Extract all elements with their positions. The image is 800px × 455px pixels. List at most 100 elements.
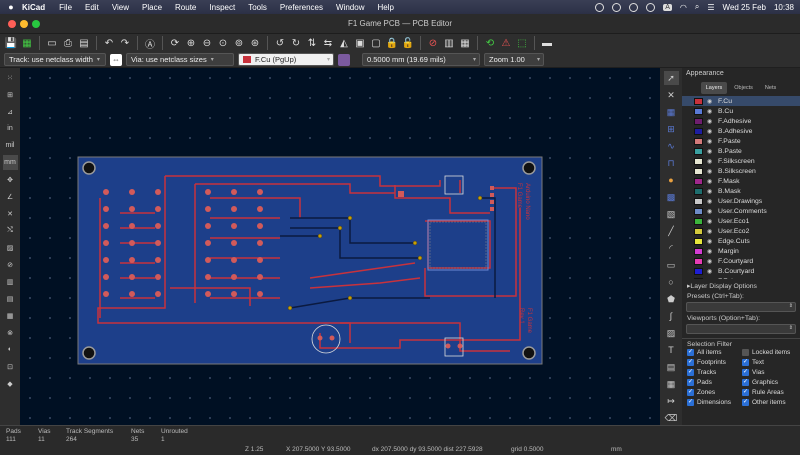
layer-row[interactable]: ◉ B.Silkscreen [682, 166, 800, 176]
minimize-window-button[interactable] [20, 20, 28, 28]
filter-checkbox[interactable]: ✓ Footprints [687, 358, 742, 367]
zoom-selection-icon[interactable]: ⊛ [248, 36, 262, 50]
draw-rectangle-icon[interactable]: ▭ [664, 258, 679, 272]
route-track-icon[interactable]: ⊞ [664, 122, 679, 136]
net-color-icon[interactable]: ⊗ [3, 325, 18, 340]
group-icon[interactable]: ▣ [353, 36, 367, 50]
eye-icon[interactable]: ◉ [707, 188, 716, 195]
add-footprint-icon[interactable]: ▦ [664, 105, 679, 119]
layer-row[interactable]: ◉ User.Drawings [682, 196, 800, 206]
via-size-select[interactable]: Via: use netclass sizes ▾ [126, 53, 234, 66]
layer-color-swatch[interactable] [694, 237, 703, 245]
layer-color-swatch[interactable] [694, 97, 703, 105]
layer-color-swatch[interactable] [694, 207, 703, 215]
cursor-icon[interactable]: ✥ [3, 172, 18, 187]
zoom-out-icon[interactable]: ⊖ [200, 36, 214, 50]
viewports-select[interactable]: ⇕ [686, 324, 796, 334]
mirror-h-icon[interactable]: ⇆ [321, 36, 335, 50]
filter-checkbox[interactable]: ✓ Tracks [687, 368, 742, 377]
presets-select[interactable]: ⇕ [686, 302, 796, 312]
eye-icon[interactable]: ◉ [707, 198, 716, 205]
route-diff-pair-icon[interactable]: ∿ [664, 139, 679, 153]
menu-preferences[interactable]: Preferences [280, 3, 323, 12]
checkbox-icon[interactable]: ✓ [687, 389, 694, 396]
menu-tools[interactable]: Tools [248, 3, 267, 12]
layer-row[interactable]: ◉ User.Eco2 [682, 226, 800, 236]
layer-row[interactable]: ◉ B.Mask [682, 186, 800, 196]
layer-row[interactable]: ◉ B.Paste [682, 146, 800, 156]
units-mil-button[interactable]: mil [3, 138, 18, 153]
eye-icon[interactable]: ◉ [707, 148, 716, 155]
layer-color-swatch[interactable] [694, 157, 703, 165]
layer-row[interactable]: ◉ F.Cu [682, 96, 800, 106]
3d-icon[interactable]: ◆ [3, 376, 18, 391]
layer-row[interactable]: ◉ Margin [682, 246, 800, 256]
layer-display-options-toggle[interactable]: ▸Layer Display Options [682, 282, 800, 290]
footprint-browser-icon[interactable]: ▦ [458, 36, 472, 50]
pcb-canvas[interactable]: Arduino Nano F1 Game F1 Game Rev 1 [20, 68, 660, 425]
draw-bezier-icon[interactable]: ∫ [664, 309, 679, 323]
netlist-icon[interactable]: ⊘ [426, 36, 440, 50]
layer-color-swatch[interactable] [694, 277, 703, 279]
eye-icon[interactable]: ◉ [707, 238, 716, 245]
zone-display-icon[interactable]: ▨ [3, 240, 18, 255]
checkbox-icon[interactable]: ✓ [687, 349, 694, 356]
layer-row[interactable]: ◉ F.Paste [682, 136, 800, 146]
checkbox-icon[interactable]: ✓ [687, 399, 694, 406]
status-icon-3[interactable] [629, 2, 639, 12]
search-icon[interactable]: ⌕ [695, 2, 699, 12]
layer-color-swatch[interactable] [694, 117, 703, 125]
layer-color-swatch[interactable] [694, 257, 703, 265]
layer-row[interactable]: ◉ User.Comments [682, 206, 800, 216]
layer-row[interactable]: ◉ B.Courtyard [682, 266, 800, 276]
layer-row[interactable]: ◉ B.Adhesive [682, 126, 800, 136]
save-icon[interactable]: 💾 [4, 36, 18, 50]
eye-icon[interactable]: ◉ [707, 168, 716, 175]
eye-icon[interactable]: ◉ [707, 178, 716, 185]
add-textbox-icon[interactable]: ▤ [664, 360, 679, 374]
menubar-time[interactable]: 10:38 [774, 3, 794, 12]
track-display-icon[interactable]: ▤ [3, 291, 18, 306]
filter-checkbox[interactable]: ✓ Vias [742, 368, 797, 377]
layer-manager-icon[interactable]: ◐ [3, 342, 18, 357]
checkbox-icon[interactable]: ✓ [687, 379, 694, 386]
undo-icon[interactable]: ↶ [102, 36, 116, 50]
plot-icon[interactable]: ▤ [77, 36, 91, 50]
menu-route[interactable]: Route [175, 3, 196, 12]
eye-icon[interactable]: ◉ [707, 218, 716, 225]
add-dimension-icon[interactable]: ↦ [664, 394, 679, 408]
draw-circle-icon[interactable]: ○ [664, 275, 679, 289]
refresh-icon[interactable]: ⟳ [168, 36, 182, 50]
rotate-cw-icon[interactable]: ↻ [289, 36, 303, 50]
layer-color-swatch[interactable] [694, 127, 703, 135]
checkbox-icon[interactable]: ✓ [742, 369, 749, 376]
board-setup-icon[interactable]: ▦ [20, 36, 34, 50]
tab-objects[interactable]: Objects [729, 82, 758, 94]
units-mm-button[interactable]: mm [2, 155, 18, 170]
drc-icon[interactable]: ⚠ [499, 36, 513, 50]
checkbox-icon[interactable]: ✓ [687, 359, 694, 366]
wifi-icon[interactable]: ◠ [680, 3, 687, 12]
layer-row[interactable]: ◉ F.Mask [682, 176, 800, 186]
grid-select[interactable]: 0.5000 mm (19.69 mils) ▾ [362, 53, 480, 66]
local-ratsnest-icon[interactable]: ✕ [664, 88, 679, 102]
checkbox-icon[interactable]: ✓ [742, 399, 749, 406]
auto-track-width-icon[interactable]: ⇔ [110, 53, 122, 66]
input-badge[interactable]: A [663, 3, 672, 11]
layer-color-swatch[interactable] [694, 197, 703, 205]
menu-file[interactable]: File [59, 3, 72, 12]
delete-tool-icon[interactable]: ⌫ [664, 411, 679, 425]
filter-checkbox[interactable]: ✓ Zones [687, 388, 742, 397]
layer-color-swatch[interactable] [694, 167, 703, 175]
filter-checkbox[interactable]: ✓ Rule Areas [742, 388, 797, 397]
control-center-icon[interactable]: ☰ [707, 3, 714, 12]
page-settings-icon[interactable]: ▭ [45, 36, 59, 50]
menubar-date[interactable]: Wed 25 Feb [723, 3, 766, 12]
add-zone-icon[interactable]: ▩ [664, 190, 679, 204]
close-window-button[interactable] [8, 20, 16, 28]
layer-color-swatch[interactable] [694, 187, 703, 195]
eye-icon[interactable]: ◉ [707, 268, 716, 275]
print-icon[interactable]: ⎙ [61, 36, 75, 50]
filter-checkbox[interactable]: ✓ All items [687, 348, 742, 357]
checkbox-icon[interactable]: ✓ [742, 389, 749, 396]
